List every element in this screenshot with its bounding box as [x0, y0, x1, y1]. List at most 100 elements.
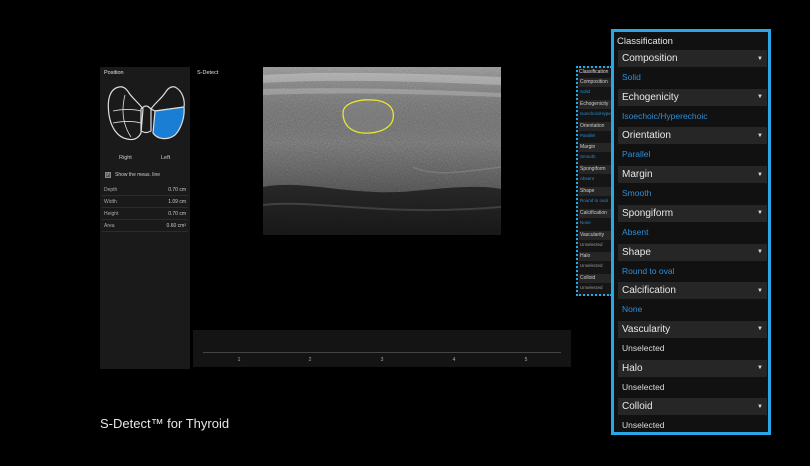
dropdown-arrow-icon[interactable]: ▼: [757, 94, 763, 100]
dropdown-arrow-icon[interactable]: ▼: [757, 326, 763, 332]
mini-item: Spongiform Absent: [579, 165, 612, 184]
classification-panel: Classification Composition ▼ Solid Echogeni…: [611, 29, 771, 435]
mini-item-name: Echogenicity: [579, 99, 612, 109]
classification-item-name: Composition: [622, 53, 678, 64]
checkbox-check-icon[interactable]: ✓: [105, 172, 111, 178]
classification-item-halo: Halo ▼ Unselected: [618, 359, 767, 398]
mini-item: Shape Round to oval: [579, 187, 612, 206]
mini-item-value: Smooth: [580, 154, 596, 160]
measurement-value: 0.70 cm: [168, 211, 186, 217]
timeline-tick: 5: [524, 357, 528, 363]
classification-item-value: Parallel: [622, 149, 651, 160]
measurement-value: 1.09 cm: [168, 199, 186, 205]
dropdown-arrow-icon[interactable]: ▼: [757, 56, 763, 62]
classification-item-name: Colloid: [622, 401, 653, 413]
mini-panel-title: Classification: [579, 69, 609, 75]
dropdown-arrow-icon[interactable]: ▼: [757, 210, 763, 216]
timeline-tick: 4: [452, 357, 456, 363]
classification-dropdown[interactable]: Margin ▼: [618, 166, 767, 184]
classification-item-composition: Composition ▼ Solid: [618, 50, 767, 88]
timeline-tick: 2: [308, 357, 312, 363]
mini-item-name: Halo: [579, 252, 612, 262]
ultrasound-image[interactable]: [263, 67, 501, 235]
mini-item-value: Isoechoic/Hyperechoic: [580, 110, 612, 116]
mini-item: Calcification None: [579, 208, 612, 228]
mini-item-value: None: [580, 219, 591, 225]
mini-item-name: Colloid: [579, 274, 612, 284]
classification-item-echogenicity: Echogenicity ▼ Isoechoic/Hyperechoic: [618, 88, 767, 127]
mini-item-name: Vascularity: [579, 230, 612, 240]
ultrasound-graphic: [263, 67, 501, 235]
classification-item-shape: Shape ▼ Round to oval: [618, 243, 767, 282]
measurement-row: Height 0.70 cm: [102, 209, 188, 220]
classification-dropdown[interactable]: Orientation ▼: [618, 127, 767, 145]
mini-item-name: Shape: [579, 187, 612, 196]
classification-item-name: Calcification: [622, 285, 676, 297]
dropdown-arrow-icon[interactable]: ▼: [757, 249, 763, 255]
classification-dropdown[interactable]: Echogenicity ▼: [618, 88, 767, 106]
measurement-label: Width: [104, 199, 117, 205]
show-meas-line-checkbox[interactable]: ✓ Show the meas. line: [105, 172, 160, 178]
timeline-tick: 3: [380, 357, 384, 363]
classification-item-name: Shape: [622, 246, 651, 258]
classification-item-value: None: [622, 304, 643, 315]
classification-item-value: Absent: [622, 226, 649, 237]
classification-dropdown[interactable]: Composition ▼: [618, 50, 767, 67]
measurement-row: Depth 0.70 cm: [102, 185, 188, 196]
timeline-line: [203, 352, 561, 353]
mini-item: EchogenicityIsoechoic/Hyperechoic: [579, 99, 612, 119]
classification-item-margin: Margin ▼ Smooth: [618, 166, 767, 204]
sdetect-label: S-Detect: [197, 70, 219, 76]
classification-item-value: Unselected: [622, 420, 665, 431]
mini-item-value: Unselected: [580, 285, 603, 291]
mini-item-name: Composition: [579, 78, 612, 87]
classification-item-spongiform: Spongiform ▼ Absent: [618, 204, 767, 243]
mini-item-value: Round to oval: [580, 198, 608, 203]
classification-item-value: Smooth: [622, 188, 652, 199]
label-right: Right: [119, 155, 132, 161]
thyroid-right-lobe: [107, 86, 144, 141]
mini-item-name: Orientation: [579, 121, 612, 131]
mini-item: Composition Solid: [579, 78, 612, 97]
classification-item-value: Unselected: [622, 342, 665, 353]
dropdown-arrow-icon[interactable]: ▼: [757, 365, 763, 371]
timeline-tick: 1: [237, 357, 241, 363]
dropdown-arrow-icon[interactable]: ▼: [757, 288, 763, 294]
timeline-bar[interactable]: 1 2 3 4 5: [193, 330, 571, 367]
measurement-value: 0.60 cm²: [166, 223, 186, 229]
classification-item-name: Halo: [622, 362, 643, 374]
thyroid-diagram[interactable]: [105, 81, 187, 151]
classification-dropdown[interactable]: Colloid ▼: [618, 398, 767, 416]
mini-item: Colloid Unselected: [579, 274, 612, 293]
measurement-row: Area 0.60 cm²: [102, 221, 188, 232]
classification-item-calcification: Calcification ▼ None: [618, 282, 767, 320]
classification-title: Classification: [617, 36, 673, 47]
classification-dropdown[interactable]: Calcification ▼: [618, 282, 767, 300]
classification-dropdown[interactable]: Spongiform ▼: [618, 204, 767, 222]
mini-item-value: Parallel: [580, 132, 596, 138]
classification-dropdown[interactable]: Vascularity ▼: [618, 320, 767, 338]
mini-classification-panel: Classification Composition Solid Echogenic…: [576, 66, 612, 296]
measurement-label: Area: [104, 223, 115, 229]
classification-item-name: Spongiform: [622, 207, 674, 219]
classification-item-name: Echogenicity: [622, 91, 679, 103]
mini-item-value: Unselected: [580, 241, 603, 247]
dropdown-arrow-icon[interactable]: ▼: [757, 404, 763, 410]
dropdown-arrow-icon[interactable]: ▼: [757, 133, 763, 139]
caption: S-Detect™ for Thyroid: [100, 416, 230, 431]
classification-item-vascularity: Vascularity ▼ Unselected: [618, 320, 767, 359]
classification-dropdown[interactable]: Halo ▼: [618, 359, 767, 377]
mini-item-name: Calcification: [579, 208, 612, 218]
classification-item-name: Vascularity: [622, 323, 671, 335]
classification-dropdown[interactable]: Shape ▼: [618, 243, 767, 261]
classification-item-name: Margin: [622, 169, 653, 181]
label-left: Left: [161, 155, 171, 161]
dropdown-arrow-icon[interactable]: ▼: [757, 172, 763, 178]
mini-item-name: Margin: [579, 143, 612, 153]
mini-item-name: Spongiform: [579, 165, 612, 175]
classification-item-value: Solid: [622, 72, 641, 82]
classification-item-value: Isoechoic/Hyperechoic: [622, 110, 708, 121]
mini-item-value: Solid: [580, 89, 591, 94]
measurement-label: Height: [104, 211, 119, 217]
measurement-row: Width 1.09 cm: [102, 197, 188, 208]
